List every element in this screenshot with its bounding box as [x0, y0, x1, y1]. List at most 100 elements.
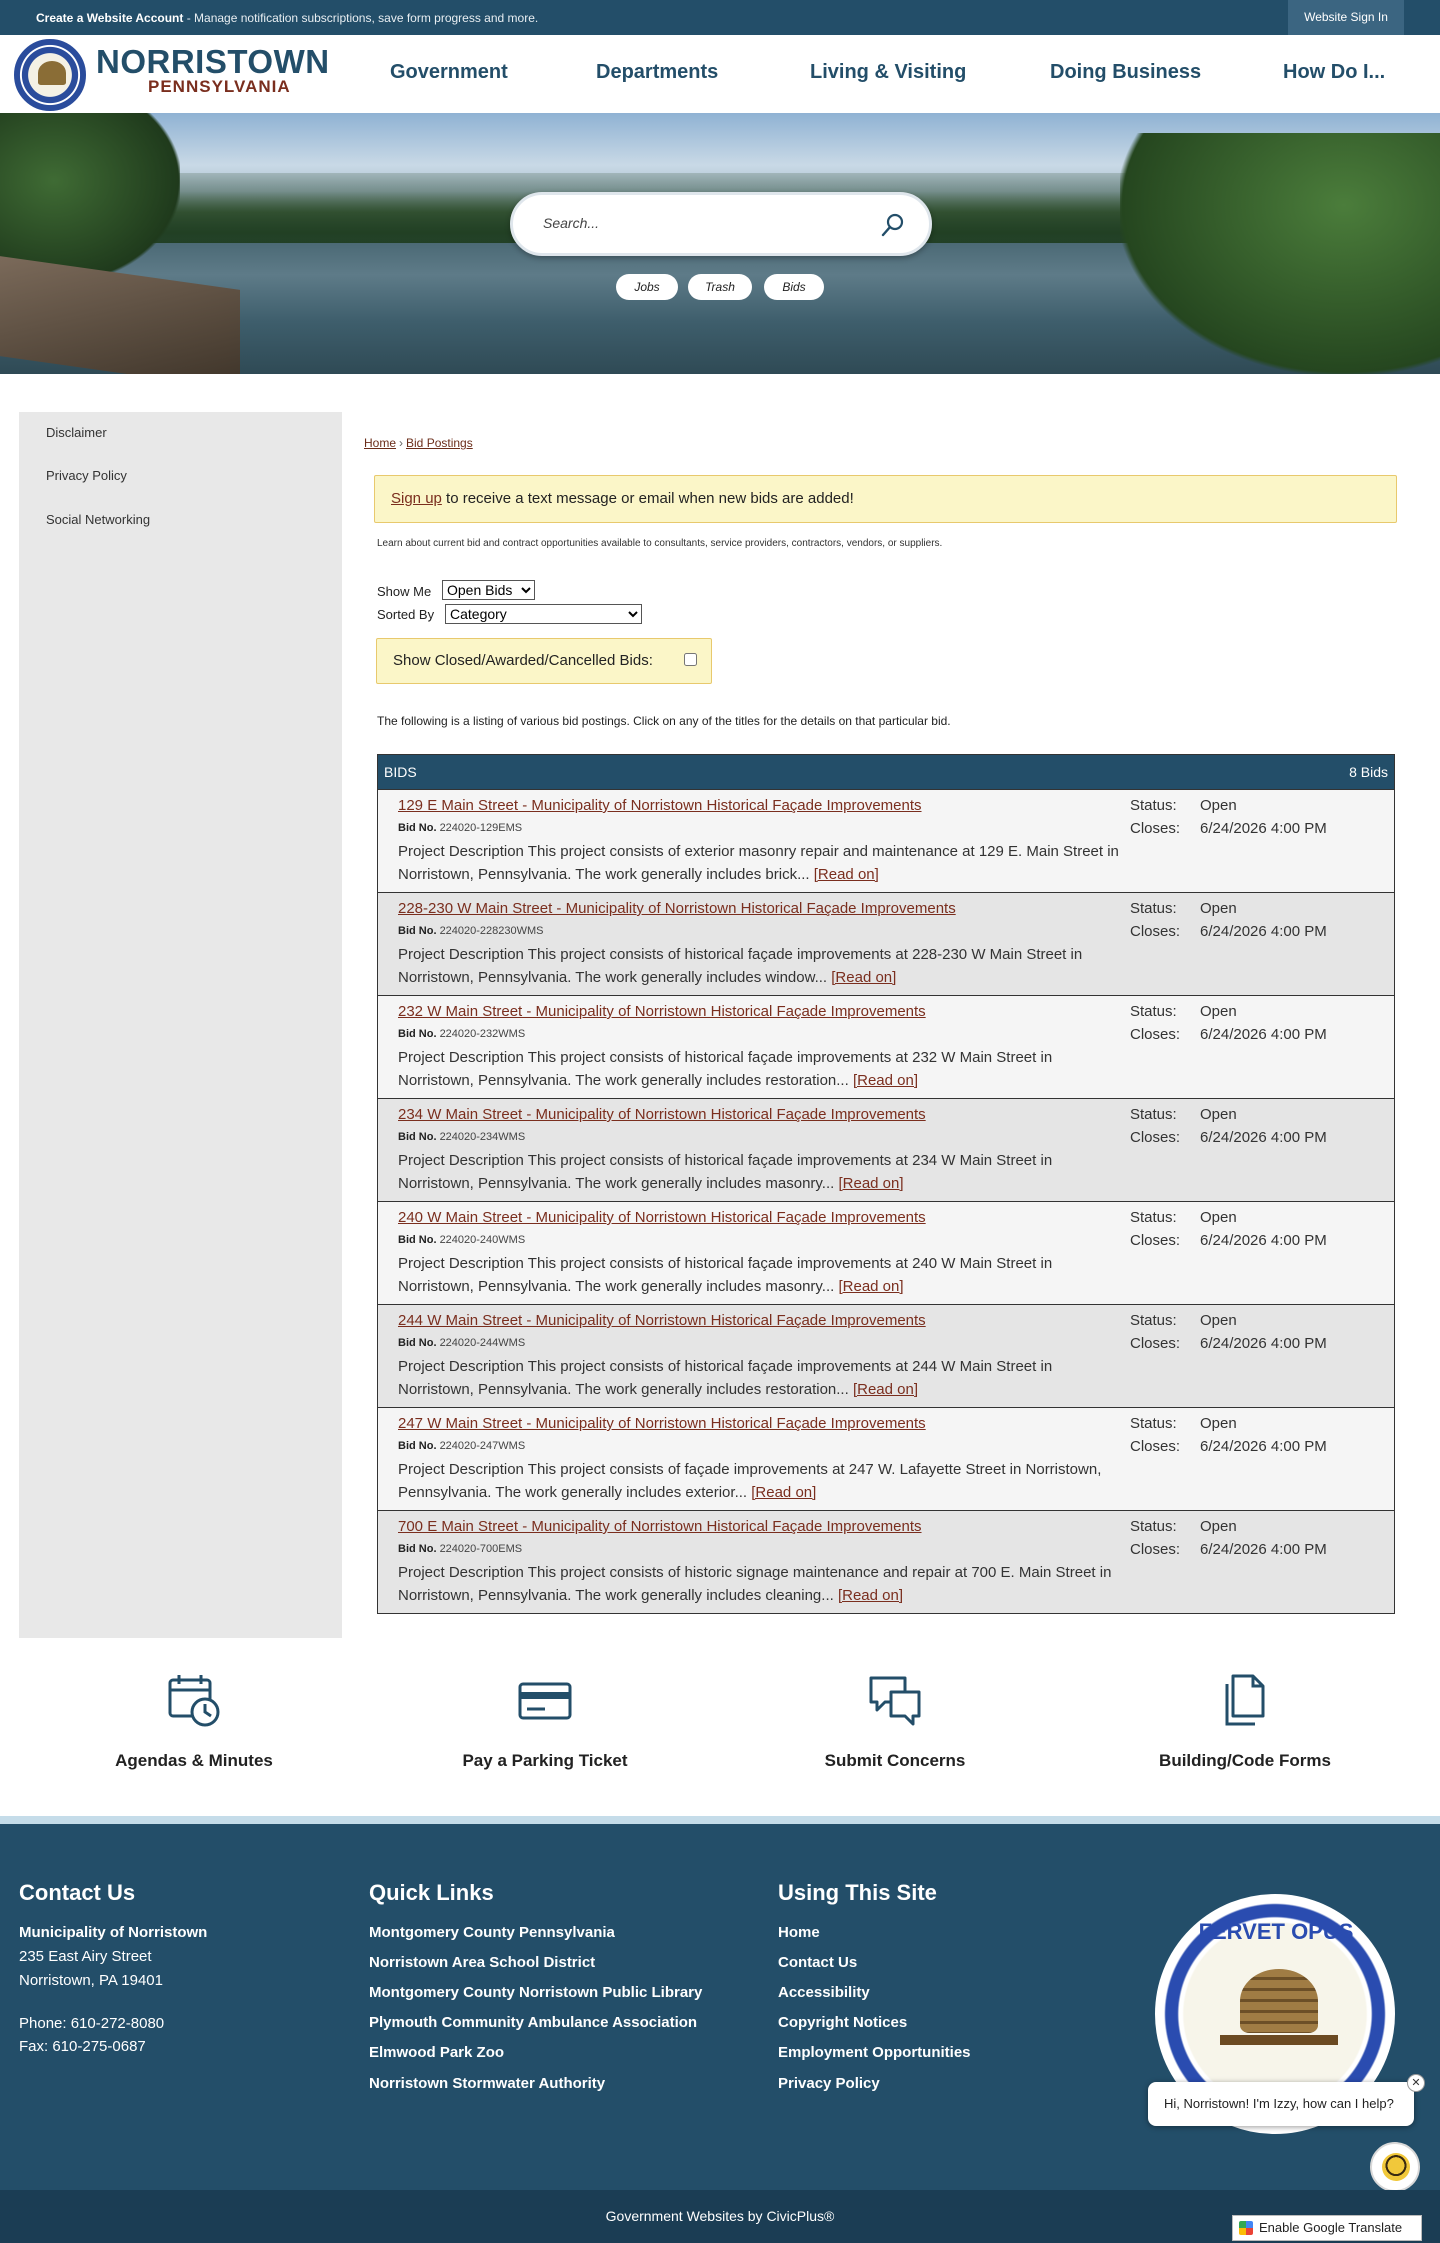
footer-address1: 235 East Airy Street — [19, 1948, 152, 1965]
google-translate-button[interactable]: Enable Google Translate — [1232, 2215, 1422, 2241]
bid-read-on-link[interactable]: [Read on] — [838, 1175, 903, 1192]
bid-description-text: Project Description This project consist… — [398, 1358, 1053, 1398]
bid-status-label: Status: — [1130, 1209, 1177, 1226]
beehive-icon — [38, 61, 66, 85]
civicplus-credit-link[interactable]: Government Websites by CivicPlus® — [0, 2208, 1440, 2224]
bid-status-label: Status: — [1130, 900, 1177, 917]
create-account-link[interactable]: Create a Website Account — [36, 11, 183, 25]
breadcrumb-bid-postings[interactable]: Bid Postings — [406, 436, 473, 450]
bid-read-on-link[interactable]: [Read on] — [751, 1484, 816, 1501]
bid-description-text: Project Description This project consist… — [398, 1049, 1053, 1089]
bid-read-on-link[interactable]: [Read on] — [831, 969, 896, 986]
bid-description: Project Description This project consist… — [398, 1046, 1128, 1092]
footer-address2: Norristown, PA 19401 — [19, 1972, 163, 1989]
chat-bubbles-icon — [869, 1676, 921, 1726]
breadcrumb-home[interactable]: Home — [364, 436, 396, 450]
quick-pill-trash[interactable]: Trash — [688, 274, 752, 300]
search-input[interactable] — [543, 215, 863, 231]
signup-link[interactable]: Sign up — [391, 490, 442, 507]
bid-read-on-link[interactable]: [Read on] — [853, 1381, 918, 1398]
bid-title-link[interactable]: 228-230 W Main Street - Municipality of … — [398, 900, 956, 917]
bid-status-label: Status: — [1130, 1518, 1177, 1535]
bid-number: Bid No. 224020-240WMS — [398, 1234, 525, 1246]
nav-living-visiting[interactable]: Living & Visiting — [810, 61, 966, 84]
bid-title-link[interactable]: 240 W Main Street - Municipality of Norr… — [398, 1209, 926, 1226]
footer-using-link[interactable]: Contact Us — [778, 1954, 857, 1971]
site-search — [510, 192, 932, 256]
bid-title-link[interactable]: 129 E Main Street - Municipality of Norr… — [398, 797, 922, 814]
quick-link-parking-ticket[interactable]: Pay a Parking Ticket — [455, 1670, 635, 1771]
bid-description: Project Description This project consist… — [398, 1355, 1128, 1401]
nav-doing-business[interactable]: Doing Business — [1050, 61, 1201, 84]
bid-status-value: Open — [1200, 1415, 1237, 1432]
bid-read-on-link[interactable]: [Read on] — [853, 1072, 918, 1089]
bid-status-value: Open — [1200, 1106, 1237, 1123]
top-bar: Create a Website Account - Manage notifi… — [0, 0, 1440, 35]
bid-closes-label: Closes: — [1130, 1232, 1181, 1249]
chat-greeting-bubble[interactable]: Hi, Norristown! I'm Izzy, how can I help… — [1148, 2082, 1414, 2126]
signup-alert-text: to receive a text message or email when … — [441, 490, 854, 507]
bid-read-on-link[interactable]: [Read on] — [814, 866, 879, 883]
bid-closes-value: 6/24/2026 4:00 PM — [1200, 1129, 1327, 1146]
bid-closes-value: 6/24/2026 4:00 PM — [1200, 1541, 1327, 1558]
bid-status-value: Open — [1200, 1209, 1237, 1226]
sidebar-item-disclaimer[interactable]: Disclaimer — [46, 425, 107, 440]
bid-read-on-link[interactable]: [Read on] — [838, 1278, 903, 1295]
quick-pill-jobs[interactable]: Jobs — [616, 274, 678, 300]
footer-using-link[interactable]: Privacy Policy — [778, 2075, 880, 2092]
hero-trees-left — [0, 113, 180, 283]
nav-how-do-i[interactable]: How Do I... — [1283, 61, 1385, 84]
footer-using-link[interactable]: Home — [778, 1924, 820, 1941]
sign-in-button[interactable]: Website Sign In — [1288, 0, 1404, 35]
quick-pill-bids[interactable]: Bids — [764, 274, 824, 300]
footer-quick-link[interactable]: Norristown Area School District — [369, 1954, 595, 1971]
bids-count: 8 Bids — [1349, 764, 1388, 780]
footer-using-link[interactable]: Copyright Notices — [778, 2014, 907, 2031]
bid-number-label: Bid No. — [398, 1131, 437, 1143]
site-header: NORRISTOWN PENNSYLVANIA Government Depar… — [0, 35, 1440, 113]
show-closed-checkbox[interactable] — [684, 653, 697, 666]
bid-read-on-link[interactable]: [Read on] — [838, 1587, 903, 1604]
bid-number-label: Bid No. — [398, 1543, 437, 1555]
chatbot-avatar-button[interactable] — [1370, 2142, 1420, 2192]
footer-quick-link[interactable]: Montgomery County Pennsylvania — [369, 1924, 615, 1941]
bid-title-link[interactable]: 232 W Main Street - Municipality of Norr… — [398, 1003, 926, 1020]
bid-title-link[interactable]: 244 W Main Street - Municipality of Norr… — [398, 1312, 926, 1329]
footer-quick-link[interactable]: Montgomery County Norristown Public Libr… — [369, 1984, 702, 2001]
bid-closes-label: Closes: — [1130, 923, 1181, 940]
quick-link-agendas-minutes[interactable]: Agendas & Minutes — [104, 1670, 284, 1771]
bid-number: Bid No. 224020-232WMS — [398, 1028, 525, 1040]
credit-card-icon — [518, 1682, 572, 1720]
sidebar-item-privacy-policy[interactable]: Privacy Policy — [46, 468, 127, 483]
bottom-bar: Government Websites by CivicPlus® — [0, 2190, 1440, 2243]
bid-status-label: Status: — [1130, 1003, 1177, 1020]
nav-government[interactable]: Government — [390, 61, 508, 84]
quick-link-submit-concerns[interactable]: Submit Concerns — [805, 1670, 985, 1771]
bid-title-link[interactable]: 700 E Main Street - Municipality of Norr… — [398, 1518, 922, 1535]
quick-link-building-forms[interactable]: Building/Code Forms — [1155, 1670, 1335, 1771]
chat-close-icon[interactable]: ✕ — [1407, 2074, 1425, 2092]
footer-phone: Phone: 610-272-8080 — [19, 2015, 165, 2032]
footer-using-link[interactable]: Employment Opportunities — [778, 2044, 971, 2061]
bid-status-label: Status: — [1130, 1312, 1177, 1329]
municipal-seal-logo[interactable] — [14, 39, 86, 111]
bids-header-title: BIDS — [384, 764, 417, 780]
sidebar-item-social-networking[interactable]: Social Networking — [46, 512, 150, 527]
bid-title-link[interactable]: 247 W Main Street - Municipality of Norr… — [398, 1415, 926, 1432]
footer-quick-link[interactable]: Norristown Stormwater Authority — [369, 2075, 605, 2092]
footer-stripe — [0, 1816, 1440, 1824]
show-me-select[interactable]: Open Bids — [442, 580, 535, 600]
bid-title-link[interactable]: 234 W Main Street - Municipality of Norr… — [398, 1106, 926, 1123]
bid-number-value: 224020-244WMS — [439, 1337, 526, 1349]
bid-description-text: Project Description This project consist… — [398, 946, 1083, 986]
bid-status-value: Open — [1200, 900, 1237, 917]
sorted-by-select[interactable]: Category — [445, 604, 642, 624]
footer-quick-link[interactable]: Plymouth Community Ambulance Association — [369, 2014, 697, 2031]
footer-quick-link[interactable]: Elmwood Park Zoo — [369, 2044, 504, 2061]
bid-closes-value: 6/24/2026 4:00 PM — [1200, 1438, 1327, 1455]
nav-departments[interactable]: Departments — [596, 61, 718, 84]
logo-title[interactable]: NORRISTOWN — [96, 43, 330, 81]
footer-using-link[interactable]: Accessibility — [778, 1984, 870, 2001]
bid-closes-label: Closes: — [1130, 1541, 1181, 1558]
search-icon[interactable] — [879, 211, 907, 239]
